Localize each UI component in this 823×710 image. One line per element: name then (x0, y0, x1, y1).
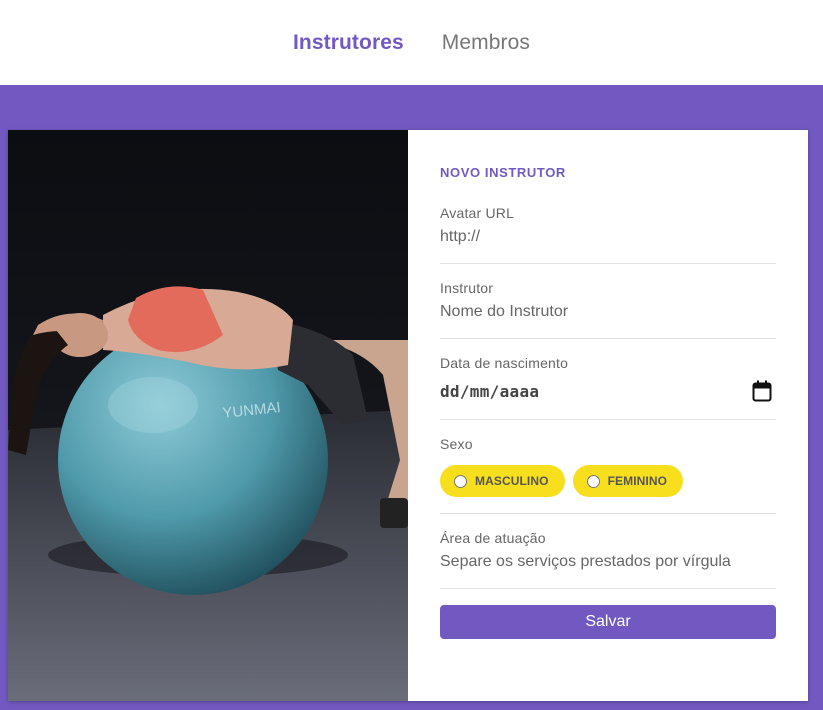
gender-option-masculino[interactable]: MASCULINO (440, 465, 565, 497)
nav-link-membros[interactable]: Membros (442, 31, 530, 55)
radio-masculino[interactable] (454, 474, 467, 488)
nav-link-instrutores[interactable]: Instrutores (293, 31, 404, 55)
top-nav: Instrutores Membros (0, 0, 823, 85)
services-label: Área de atuação (440, 530, 546, 546)
instructor-name-field: Instrutor (440, 280, 776, 339)
gender-field: Sexo MASCULINO FEMININO (440, 436, 776, 514)
instructor-photo: YUNMAI (8, 130, 408, 701)
new-instructor-form: NOVO INSTRUTOR Avatar URL Instrutor Data… (408, 130, 808, 701)
gender-option-label: FEMININO (607, 474, 668, 488)
instructor-name-label: Instrutor (440, 280, 494, 296)
birth-date-label: Data de nascimento (440, 355, 569, 371)
gender-label: Sexo (440, 436, 473, 452)
avatar-url-field: Avatar URL (440, 205, 776, 264)
form-title: NOVO INSTRUTOR (440, 165, 566, 180)
services-field: Área de atuação (440, 530, 776, 589)
save-button[interactable]: Salvar (440, 605, 776, 639)
birth-date-field: Data de nascimento dd/mm/aaaa (440, 355, 776, 420)
avatar-url-input[interactable] (440, 226, 776, 263)
gender-option-feminino[interactable]: FEMININO (572, 465, 684, 497)
radio-feminino[interactable] (586, 474, 600, 488)
birth-date-placeholder: dd/mm/aaaa (440, 381, 540, 401)
gender-option-label: MASCULINO (475, 474, 549, 488)
instructor-card: YUNMAI NOVO INSTRUTOR Avatar URL Instrut… (8, 130, 808, 701)
calendar-icon[interactable] (752, 380, 772, 402)
birth-date-input[interactable]: dd/mm/aaaa (440, 376, 776, 419)
instructor-name-input[interactable] (440, 301, 776, 338)
services-input[interactable] (440, 551, 776, 588)
avatar-url-label: Avatar URL (440, 205, 515, 221)
gender-options: MASCULINO FEMININO (440, 457, 776, 513)
